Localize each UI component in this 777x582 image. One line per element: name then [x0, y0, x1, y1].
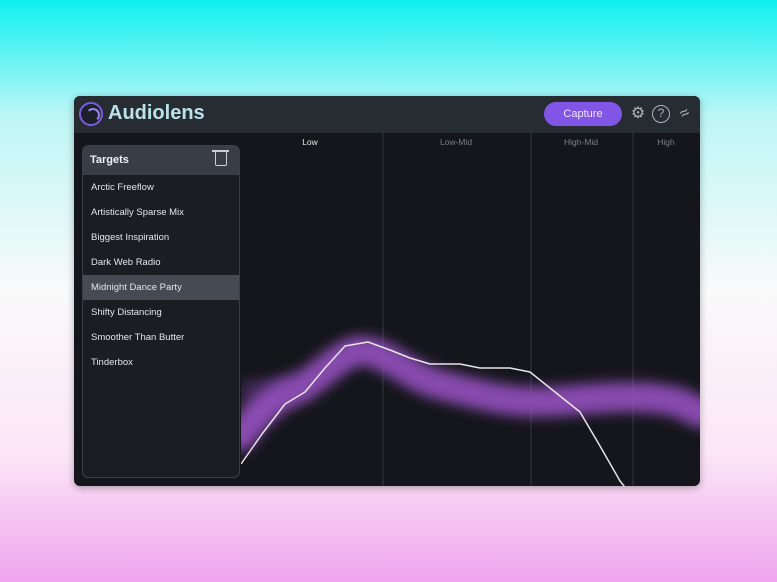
header: Audiolens Capture ⚙ ? ≈: [74, 96, 700, 133]
spectrum-curve: [241, 341, 625, 486]
trash-icon[interactable]: [212, 150, 229, 166]
targets-title: Targets: [90, 154, 129, 166]
gear-icon[interactable]: ⚙: [629, 105, 647, 123]
target-range-band: [241, 335, 700, 451]
targets-list: Arctic Freeflow Artistically Sparse Mix …: [83, 175, 239, 375]
targets-header: Targets: [83, 146, 239, 175]
target-item-selected[interactable]: Midnight Dance Party: [83, 275, 239, 300]
band-label-high[interactable]: High: [657, 137, 674, 147]
target-item[interactable]: Shifty Distancing: [83, 300, 239, 325]
app-title: Audiolens: [108, 102, 205, 124]
band-label-low[interactable]: Low: [302, 137, 318, 147]
target-item[interactable]: Artistically Sparse Mix: [83, 200, 239, 225]
targets-panel: Targets Arctic Freeflow Artistically Spa…: [82, 145, 240, 478]
target-item[interactable]: Smoother Than Butter: [83, 325, 239, 350]
audiolens-logo-icon: [79, 102, 103, 126]
target-item[interactable]: Biggest Inspiration: [83, 225, 239, 250]
target-item[interactable]: Arctic Freeflow: [83, 175, 239, 200]
band-label-low-mid[interactable]: Low-Mid: [440, 137, 472, 147]
spectrum-graph: Low Low-Mid High-Mid High: [241, 133, 700, 486]
app-window: Audiolens Capture ⚙ ? ≈ Targets Arctic F…: [74, 96, 700, 486]
target-item[interactable]: Tinderbox: [83, 350, 239, 375]
help-question-icon[interactable]: ?: [652, 105, 670, 123]
capture-button[interactable]: Capture: [544, 102, 622, 126]
target-item[interactable]: Dark Web Radio: [83, 250, 239, 275]
waveform-icon[interactable]: ≈: [673, 102, 698, 127]
band-label-high-mid[interactable]: High-Mid: [564, 137, 598, 147]
spectrum-svg: [241, 133, 700, 486]
